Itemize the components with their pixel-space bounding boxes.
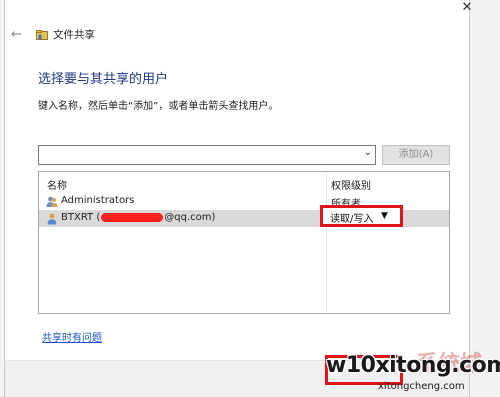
permission-dropdown[interactable]: 读取/写入 ▼ <box>320 205 403 227</box>
folder-share-icon <box>36 30 48 40</box>
close-icon[interactable]: ✕ <box>460 1 474 15</box>
sharing-help-link[interactable]: 共享时有问题 <box>42 329 102 344</box>
title-bar: ← 文件共享 <box>5 26 465 48</box>
site-watermark: 系统城 w10xitong.com xitongcheng.com <box>318 346 500 397</box>
permission-dropdown-value: 读取/写入 <box>330 214 374 225</box>
column-header-name[interactable]: 名称 <box>47 177 67 192</box>
user-icon <box>47 213 57 225</box>
screen-background: ✕ ← 文件共享 选择要与其共享的用户 键入名称，然后单击“添加”，或者单击箭头… <box>0 0 500 397</box>
user-name: Administrators <box>61 195 135 206</box>
instructions-text: 键入名称，然后单击“添加”，或者单击箭头查找用户。 <box>38 101 279 112</box>
file-sharing-dialog: ✕ ← 文件共享 选择要与其共享的用户 键入名称，然后单击“添加”，或者单击箭头… <box>4 0 472 397</box>
watermark-main-text: w10xitong.com <box>326 353 500 378</box>
window-title: 文件共享 <box>53 29 95 41</box>
user-name: BTXRT (@qq.com) <box>61 212 216 223</box>
caret-down-icon[interactable]: ▼ <box>381 211 388 221</box>
redaction-mark <box>101 212 164 222</box>
page-heading: 选择要与其共享的用户 <box>38 72 169 87</box>
add-button[interactable]: 添加(A) <box>382 145 450 165</box>
chevron-down-icon[interactable]: ⌄ <box>364 147 372 158</box>
back-arrow-icon[interactable]: ← <box>11 28 25 42</box>
group-icon <box>46 196 58 207</box>
users-list: 名称 权限级别 Administrators 所有者 BTXRT ( <box>38 171 450 314</box>
watermark-sub-text: xitongcheng.com <box>378 381 465 392</box>
user-name-combobox[interactable]: ⌄ <box>38 145 376 165</box>
column-header-permission[interactable]: 权限级别 <box>331 177 371 192</box>
